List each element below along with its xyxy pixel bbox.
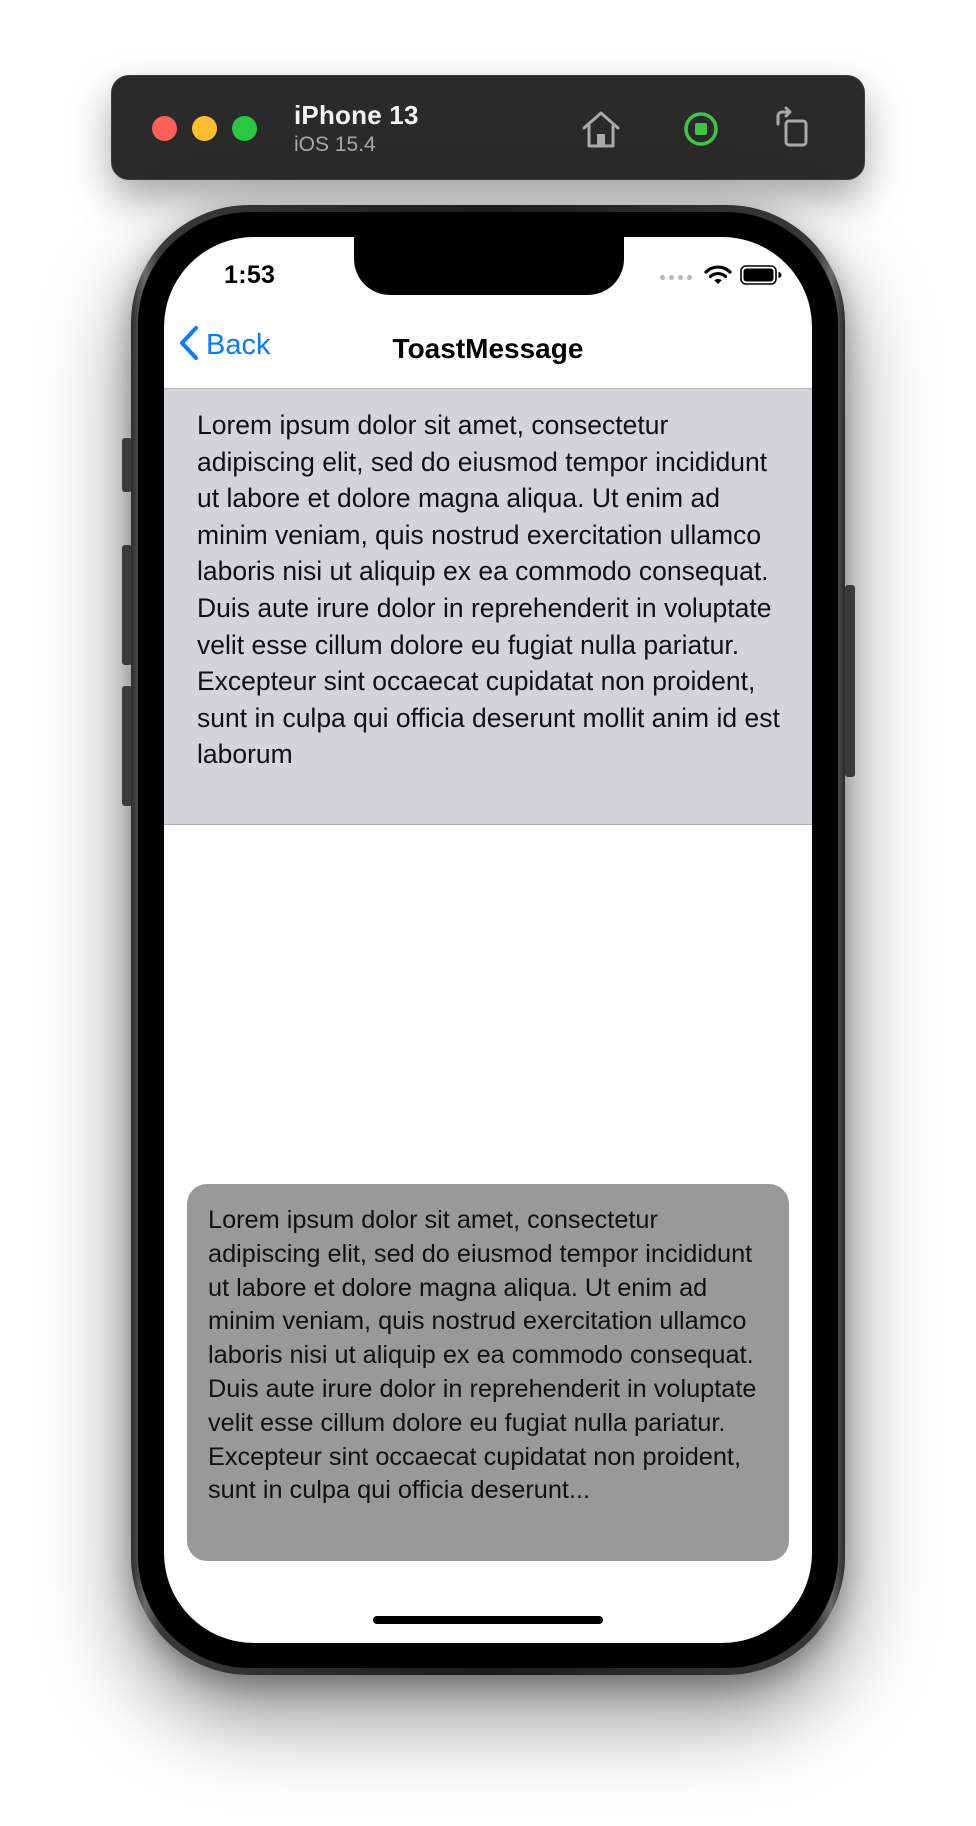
notch (354, 237, 624, 295)
cellular-dots-icon (660, 274, 692, 280)
record-icon[interactable] (678, 106, 724, 152)
toast-text: Lorem ipsum dolor sit amet, consectetur … (208, 1206, 757, 1505)
rotate-icon[interactable] (769, 106, 815, 152)
home-indicator[interactable] (373, 1616, 603, 1624)
toast-message[interactable]: Lorem ipsum dolor sit amet, consectetur … (187, 1184, 789, 1561)
window-close-button[interactable] (152, 116, 177, 141)
phone-screen: 1:53 Back ToastMessage Lorem ipsum dolor… (164, 237, 812, 1643)
window-minimize-button[interactable] (192, 116, 217, 141)
window-zoom-button[interactable] (232, 116, 257, 141)
text-panel: Lorem ipsum dolor sit amet, consectetur … (164, 389, 812, 825)
wifi-icon (704, 264, 732, 291)
device-os-version: iOS 15.4 (294, 133, 376, 156)
status-icons (660, 264, 782, 291)
simulator-title-bar: iPhone 13 iOS 15.4 (111, 75, 865, 180)
side-button[interactable] (845, 585, 855, 777)
navigation-bar: Back ToastMessage (164, 305, 812, 389)
page-title: ToastMessage (392, 333, 584, 364)
home-icon[interactable] (578, 106, 624, 152)
device-name: iPhone 13 (294, 100, 419, 130)
panel-text: Lorem ipsum dolor sit amet, consectetur … (197, 410, 780, 770)
status-time: 1:53 (224, 261, 276, 289)
battery-icon (740, 264, 782, 291)
